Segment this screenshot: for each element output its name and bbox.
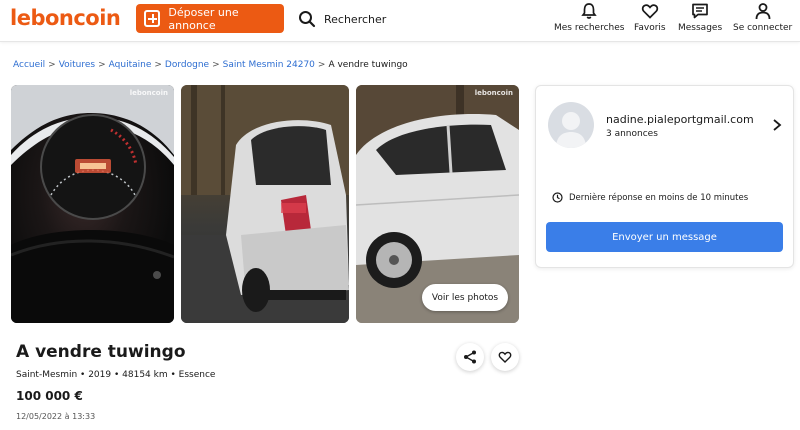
reply-time-text: Dernière réponse en moins de 10 minutes xyxy=(569,192,749,203)
nav-login-label: Se connecter xyxy=(733,23,793,33)
photo-watermark: leboncoin xyxy=(474,89,513,97)
user-icon xyxy=(755,3,771,20)
nav-my-searches-label: Mes recherches xyxy=(554,23,625,33)
dashboard-illustration xyxy=(11,85,174,323)
favorite-button[interactable] xyxy=(491,343,519,371)
car-rear-illustration xyxy=(181,85,349,323)
seller-ad-count: 3 annonces xyxy=(606,129,658,139)
search-label: Rechercher xyxy=(324,12,387,26)
listing-price: 100 000 € xyxy=(16,389,83,403)
breadcrumb-link[interactable]: Saint Mesmin 24270 xyxy=(223,60,315,70)
nav-my-searches[interactable]: Mes recherches xyxy=(554,2,624,33)
bell-icon xyxy=(581,3,597,19)
heart-icon xyxy=(641,4,658,19)
search-button[interactable]: Rechercher xyxy=(298,8,386,30)
heart-icon xyxy=(498,351,512,364)
leboncoin-logo[interactable]: leboncoin xyxy=(10,6,121,30)
listing-title: A vendre tuwingo xyxy=(16,342,186,362)
breadcrumb: Accueil > Voitures > Aquitaine > Dordogne > Sain… xyxy=(13,60,408,70)
see-photos-button[interactable]: Voir les photos xyxy=(422,284,508,311)
post-ad-button[interactable]: Déposer une annonce xyxy=(136,4,284,33)
search-icon xyxy=(299,11,316,28)
nav-messages[interactable]: Messages xyxy=(678,2,722,33)
photo-watermark: leboncoin xyxy=(129,89,168,97)
share-button[interactable] xyxy=(456,343,484,371)
seller-card: nadine.pialeportgmail.com 3 annonces Der… xyxy=(535,85,794,268)
listing-details: Saint-Mesmin • 2019 • 48154 km • Essence xyxy=(16,370,216,380)
nav-favorites-label: Favoris xyxy=(634,23,666,33)
seller-avatar[interactable] xyxy=(548,102,594,148)
nav-favorites[interactable]: Favoris xyxy=(634,2,666,33)
message-icon xyxy=(692,3,708,19)
nav-login[interactable]: Se connecter xyxy=(733,2,792,33)
avatar-silhouette-icon xyxy=(556,112,586,148)
top-header: leboncoin Déposer une annonce Rechercher… xyxy=(0,0,800,42)
listing-photo-dashboard[interactable]: leboncoin xyxy=(11,85,174,323)
seller-name[interactable]: nadine.pialeportgmail.com xyxy=(606,113,754,126)
chevron-right-icon[interactable] xyxy=(772,118,782,132)
breadcrumb-link[interactable]: Aquitaine xyxy=(109,60,152,70)
plus-square-icon xyxy=(144,10,161,27)
breadcrumb-current: A vendre tuwingo xyxy=(328,60,408,70)
breadcrumb-link[interactable]: Dordogne xyxy=(165,60,209,70)
send-message-button[interactable]: Envoyer un message xyxy=(546,222,783,252)
nav-messages-label: Messages xyxy=(678,23,723,33)
reply-time-info: Dernière réponse en moins de 10 minutes xyxy=(552,192,748,203)
breadcrumb-link[interactable]: Accueil xyxy=(13,60,45,70)
share-icon xyxy=(464,350,476,364)
listing-date: 12/05/2022 à 13:33 xyxy=(16,412,96,421)
post-ad-label: Déposer une annonce xyxy=(168,5,239,32)
clock-icon xyxy=(552,192,563,203)
listing-photo-rear[interactable] xyxy=(181,85,349,323)
breadcrumb-link[interactable]: Voitures xyxy=(59,60,95,70)
